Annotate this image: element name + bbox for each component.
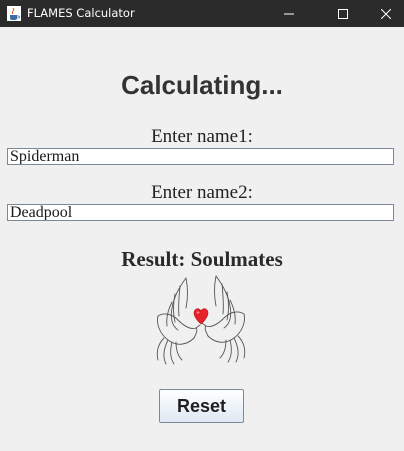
doves-heart-icon <box>156 275 246 365</box>
java-cup-icon <box>7 6 21 21</box>
minimize-icon <box>284 13 294 14</box>
maximize-icon <box>338 8 348 19</box>
title-bar: FLAMES Calculator <box>0 0 404 27</box>
name2-field[interactable] <box>7 204 394 221</box>
close-icon <box>381 8 391 19</box>
reset-button[interactable]: Reset <box>159 389 244 423</box>
name1-label: Enter name1: <box>151 126 253 147</box>
status-heading: Calculating... <box>121 70 283 100</box>
window-title: FLAMES Calculator <box>27 6 135 20</box>
result-text: Result: Soulmates <box>121 247 283 271</box>
maximize-button[interactable] <box>320 0 366 27</box>
minimize-button[interactable] <box>266 0 312 27</box>
close-button[interactable] <box>363 0 404 27</box>
name1-field[interactable] <box>7 148 394 165</box>
name2-label: Enter name2: <box>151 182 253 203</box>
